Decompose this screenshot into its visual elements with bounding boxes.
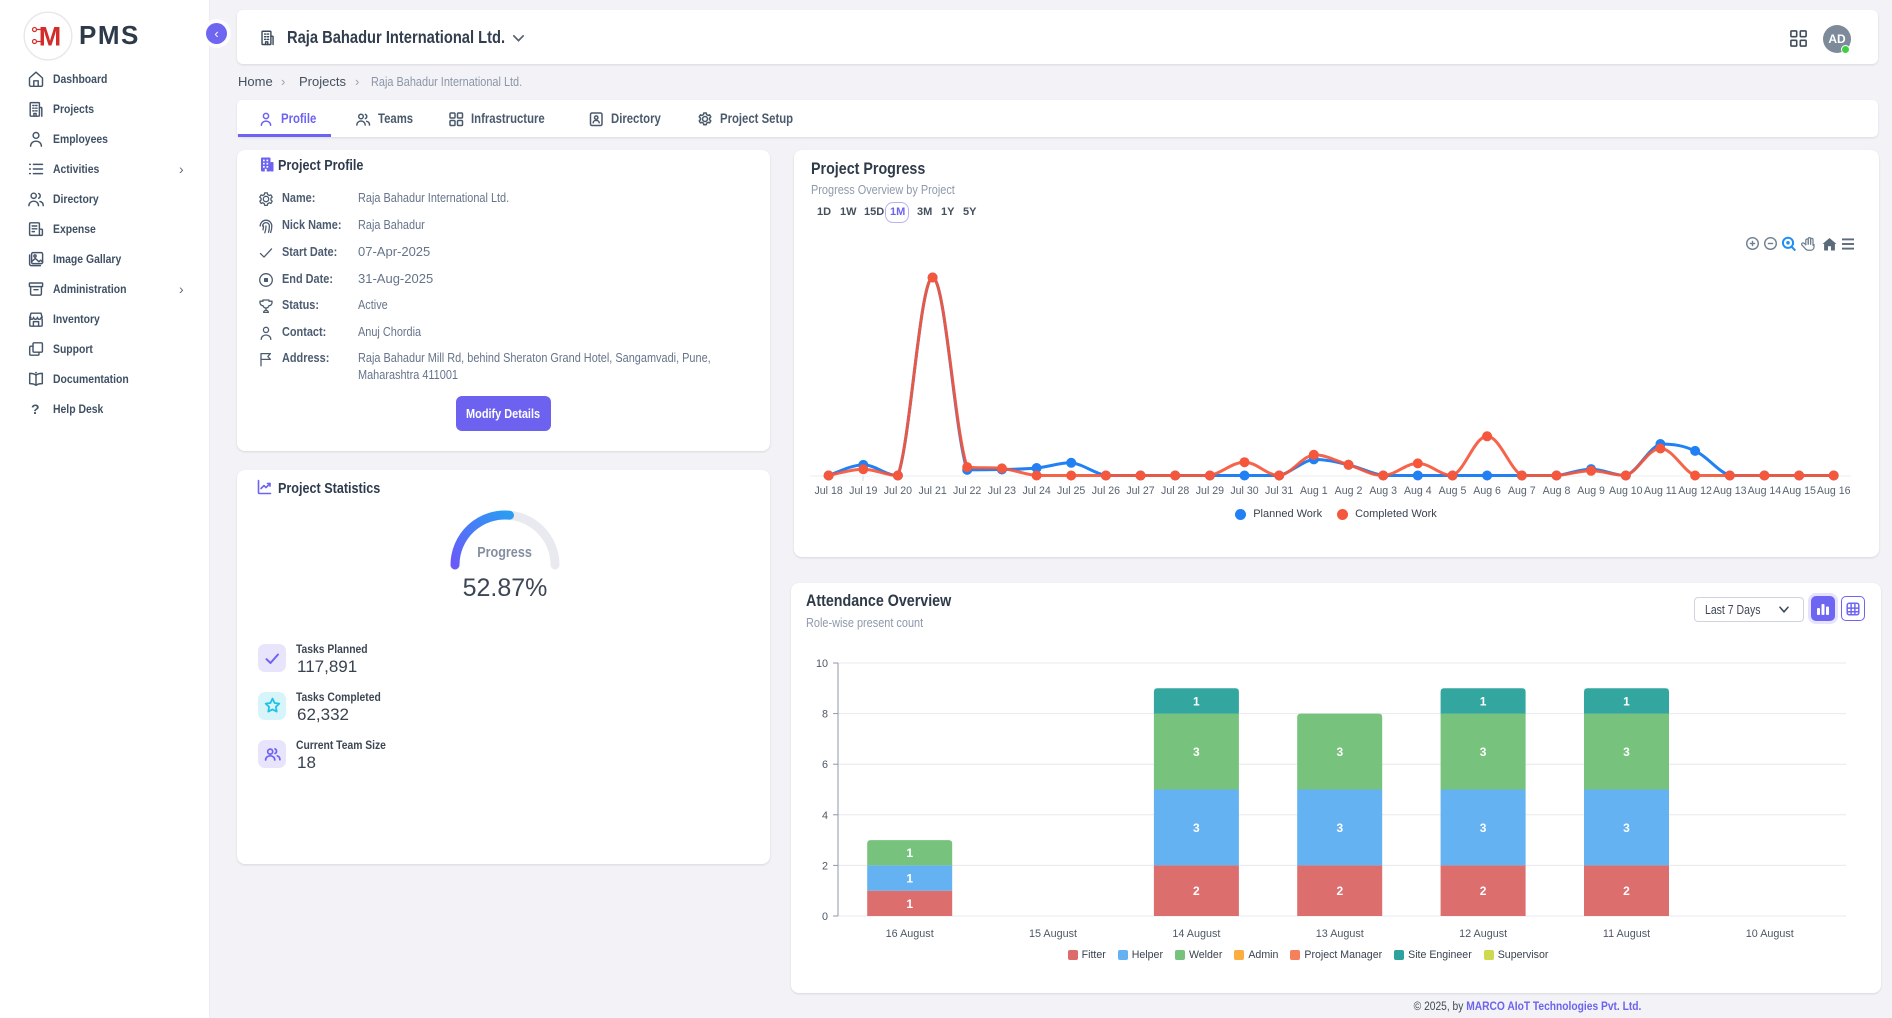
svg-text:2: 2 [822, 860, 828, 872]
svg-text:Jul 28: Jul 28 [1161, 485, 1189, 497]
svg-text:Aug 13: Aug 13 [1713, 485, 1747, 497]
svg-text:Aug 2: Aug 2 [1335, 485, 1363, 497]
svg-text:0: 0 [822, 911, 828, 923]
svg-text:6: 6 [822, 759, 828, 771]
svg-text:Jul 20: Jul 20 [884, 485, 912, 497]
svg-text:3: 3 [1193, 745, 1200, 759]
svg-text:10 August: 10 August [1746, 928, 1794, 940]
svg-text:2: 2 [1336, 884, 1343, 898]
svg-text:1: 1 [906, 872, 913, 886]
svg-text:?: ? [31, 401, 40, 417]
svg-text:Aug 3: Aug 3 [1369, 485, 1397, 497]
svg-text:2: 2 [1623, 884, 1630, 898]
svg-text:Aug 6: Aug 6 [1473, 485, 1501, 497]
svg-text:1: 1 [1480, 694, 1487, 708]
svg-text:1: 1 [906, 897, 913, 911]
svg-text:Jul 29: Jul 29 [1196, 485, 1224, 497]
svg-text:2: 2 [1480, 884, 1487, 898]
svg-text:10: 10 [816, 658, 828, 670]
svg-text:Jul 25: Jul 25 [1057, 485, 1085, 497]
svg-text:Jul 19: Jul 19 [849, 485, 877, 497]
svg-text:12 August: 12 August [1459, 928, 1507, 940]
svg-text:Jul 27: Jul 27 [1126, 485, 1154, 497]
svg-text:Jul 24: Jul 24 [1022, 485, 1050, 497]
svg-text:Jul 21: Jul 21 [918, 485, 946, 497]
svg-text:3: 3 [1480, 821, 1487, 835]
svg-text:3: 3 [1336, 821, 1343, 835]
svg-text:3: 3 [1480, 745, 1487, 759]
svg-text:Jul 30: Jul 30 [1230, 485, 1258, 497]
svg-text:Aug 10: Aug 10 [1609, 485, 1643, 497]
svg-text:Aug 5: Aug 5 [1439, 485, 1467, 497]
svg-text:4: 4 [822, 810, 828, 822]
svg-text:3: 3 [1623, 745, 1630, 759]
svg-text:1: 1 [1193, 694, 1200, 708]
svg-text:3: 3 [1193, 821, 1200, 835]
svg-text:M: M [39, 22, 62, 52]
svg-text:Aug 7: Aug 7 [1508, 485, 1536, 497]
svg-text:Aug 11: Aug 11 [1644, 485, 1677, 497]
svg-text:Jul 23: Jul 23 [988, 485, 1016, 497]
svg-text:Aug 9: Aug 9 [1577, 485, 1605, 497]
svg-text:Aug 1: Aug 1 [1300, 485, 1328, 497]
svg-text:Jul 18: Jul 18 [814, 485, 842, 497]
svg-text:3: 3 [1336, 745, 1343, 759]
svg-text:Aug 16: Aug 16 [1817, 485, 1851, 497]
svg-text:11 August: 11 August [1603, 928, 1650, 940]
svg-text:1: 1 [906, 846, 913, 860]
svg-text:Jul 31: Jul 31 [1265, 485, 1293, 497]
svg-text:Aug 8: Aug 8 [1543, 485, 1571, 497]
svg-text:15 August: 15 August [1029, 928, 1077, 940]
svg-text:16 August: 16 August [886, 928, 934, 940]
svg-text:Jul 22: Jul 22 [953, 485, 981, 497]
svg-text:3: 3 [1623, 821, 1630, 835]
svg-text:14 August: 14 August [1172, 928, 1220, 940]
svg-text:Aug 14: Aug 14 [1748, 485, 1782, 497]
svg-text:1: 1 [1623, 694, 1630, 708]
svg-text:Jul 26: Jul 26 [1092, 485, 1120, 497]
svg-text:8: 8 [822, 709, 828, 721]
svg-text:Aug 12: Aug 12 [1678, 485, 1712, 497]
svg-text:13 August: 13 August [1316, 928, 1364, 940]
svg-text:2: 2 [1193, 884, 1200, 898]
svg-text:Aug 4: Aug 4 [1404, 485, 1432, 497]
svg-text:Aug 15: Aug 15 [1782, 485, 1816, 497]
